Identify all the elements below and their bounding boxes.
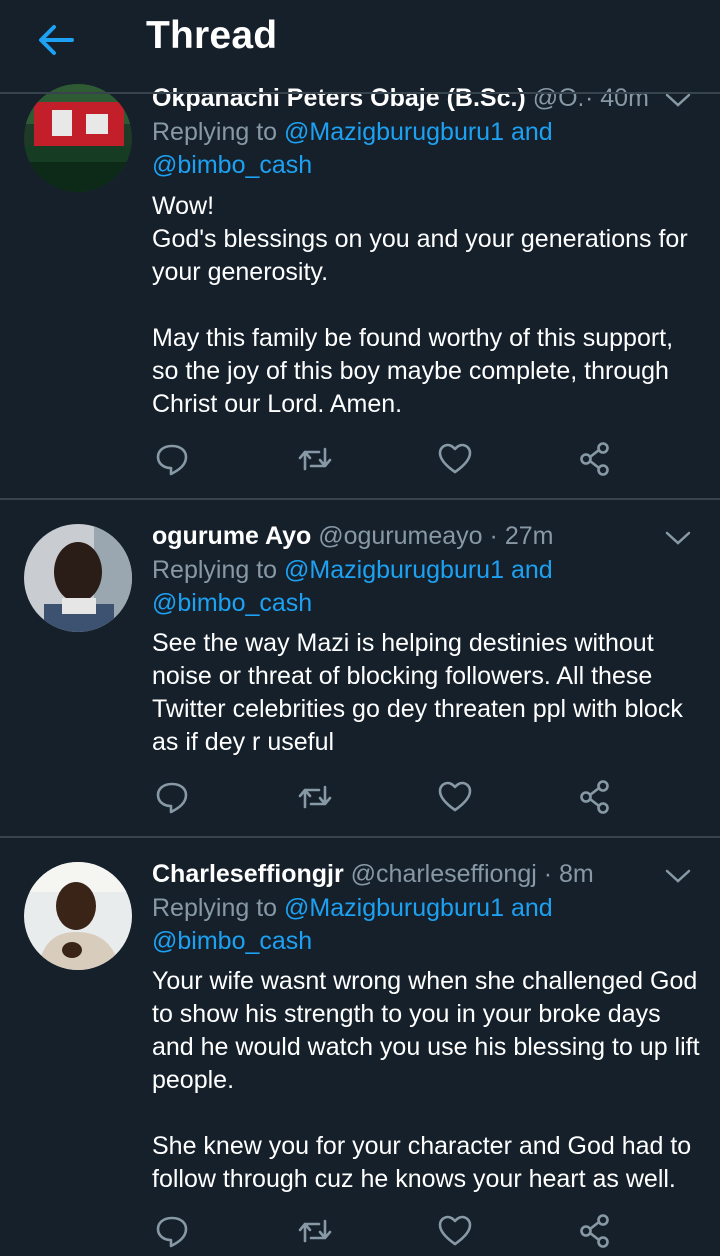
tweet-header: ogurume Ayo @ogurumeayo · 27m <box>152 522 554 550</box>
tweet-item[interactable]: ogurume Ayo @ogurumeayo · 27m Replying t… <box>0 500 720 838</box>
retweet-button[interactable] <box>295 439 335 479</box>
header-divider <box>0 92 720 94</box>
mention-and[interactable]: and <box>511 556 553 584</box>
tweet-header: Charleseffiongjr @charleseffiongj · 8m <box>152 860 594 888</box>
share-button[interactable] <box>575 439 615 479</box>
like-icon <box>438 443 472 474</box>
like-button[interactable] <box>435 777 475 817</box>
chevron-down-icon <box>665 531 691 545</box>
display-name[interactable]: Okpanachi Peters Obaje (B.Sc.) <box>152 84 526 112</box>
replying-to: Replying to @Mazigburugburu1 and @bimbo_… <box>152 894 553 955</box>
share-button[interactable] <box>575 1211 615 1251</box>
tweet-header: Okpanachi Peters Obaje (B.Sc.) @O... <box>152 84 582 118</box>
tweet-item[interactable]: Charleseffiongjr @charleseffiongj · 8m R… <box>0 838 720 1254</box>
like-icon <box>438 781 472 812</box>
reply-button[interactable] <box>152 777 192 817</box>
reply-icon <box>156 444 188 476</box>
tweet-menu-button[interactable] <box>664 528 692 548</box>
tweet-time: 40m <box>600 84 649 112</box>
retweet-button[interactable] <box>295 777 335 817</box>
like-button[interactable] <box>435 439 475 479</box>
reply-icon <box>156 782 188 814</box>
mention-link[interactable]: @bimbo_cash <box>152 151 312 179</box>
mention-and[interactable]: and <box>511 894 553 922</box>
reply-icon <box>156 1216 188 1248</box>
back-arrow-icon <box>39 25 74 55</box>
share-icon <box>580 780 609 814</box>
mention-link[interactable]: @bimbo_cash <box>152 589 312 617</box>
like-button[interactable] <box>435 1211 475 1251</box>
avatar[interactable] <box>24 862 132 970</box>
user-handle[interactable]: @O... <box>533 84 582 112</box>
tweet-time-group: · 40m <box>585 84 649 112</box>
display-name[interactable]: Charleseffiongjr <box>152 860 344 888</box>
user-handle[interactable]: @ogurumeayo <box>318 522 482 550</box>
chevron-down-icon <box>665 869 691 883</box>
share-icon <box>580 442 609 476</box>
avatar[interactable] <box>24 524 132 632</box>
tweet-time: 8m <box>559 860 594 888</box>
replying-to: Replying to @Mazigburugburu1 and @bimbo_… <box>152 556 553 617</box>
share-icon <box>580 1214 609 1248</box>
mention-link[interactable]: @Mazigburugburu1 <box>284 894 504 922</box>
tweet-text: Your wife wasnt wrong when she challenge… <box>152 967 700 1193</box>
reply-button[interactable] <box>152 1211 192 1251</box>
retweet-icon <box>298 785 332 809</box>
page-title: Thread <box>146 14 278 57</box>
mention-link[interactable]: @Mazigburugburu1 <box>284 556 504 584</box>
retweet-icon <box>298 447 332 471</box>
replying-to: Replying to @Mazigburugburu1 and @bimbo_… <box>152 118 553 179</box>
user-handle[interactable]: @charleseffiongj <box>351 860 537 888</box>
back-button[interactable] <box>34 20 78 60</box>
mention-link[interactable]: @bimbo_cash <box>152 927 312 955</box>
mention-and[interactable]: and <box>511 118 553 146</box>
top-app-bar: Thread <box>0 0 720 82</box>
tweet-text: See the way Mazi is helping destinies wi… <box>152 629 690 756</box>
tweet-time: 27m <box>504 522 554 550</box>
retweet-button[interactable] <box>295 1211 335 1251</box>
retweet-icon <box>298 1219 332 1243</box>
tweet-text: Wow! God's blessings on you and your gen… <box>152 192 688 418</box>
tweet-menu-button[interactable] <box>664 866 692 886</box>
share-button[interactable] <box>575 777 615 817</box>
like-icon <box>438 1215 472 1246</box>
mention-link[interactable]: @Mazigburugburu1 <box>284 118 504 146</box>
display-name[interactable]: ogurume Ayo <box>152 522 311 550</box>
reply-button[interactable] <box>152 439 192 479</box>
avatar[interactable] <box>24 84 132 192</box>
